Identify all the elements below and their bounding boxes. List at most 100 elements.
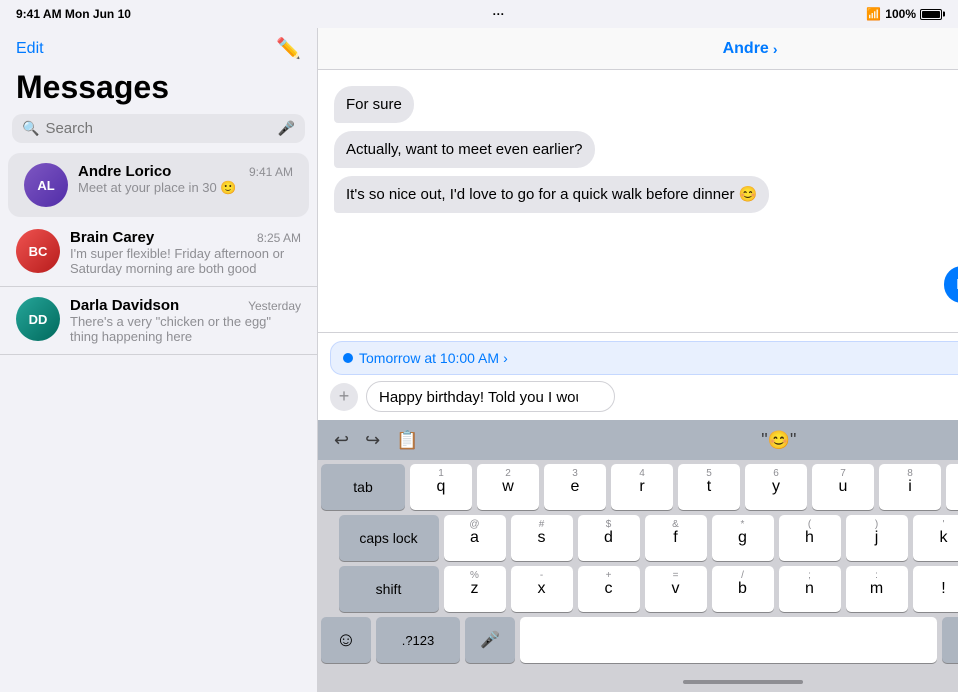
wifi-icon: 📶 xyxy=(866,7,881,21)
keyboard-toolbar: ↩ ↪ 📋 "😊" ≡A xyxy=(318,420,958,460)
edit-button[interactable]: Edit xyxy=(16,40,44,58)
key-y[interactable]: 6y xyxy=(745,464,807,510)
mic-icon[interactable]: 🎤 xyxy=(278,120,295,137)
conv-time-darla: Yesterday xyxy=(248,299,301,313)
mic-key[interactable]: 🎤 xyxy=(465,617,515,663)
messages-container: For sure Actually, want to meet even ear… xyxy=(318,70,958,332)
key-c[interactable]: +c xyxy=(578,566,640,612)
status-bar: 9:41 AM Mon Jun 10 ··· 📶 100% xyxy=(0,0,958,28)
redo-button[interactable]: ↪ xyxy=(361,428,384,453)
conv-time-brain: 8:25 AM xyxy=(257,231,301,245)
conv-time-andre: 9:41 AM xyxy=(249,165,293,179)
caps-lock-key[interactable]: caps lock xyxy=(339,515,439,561)
conv-preview-brain: I'm super flexible! Friday afternoon or … xyxy=(70,246,301,276)
emoji-suggestion[interactable]: "😊" xyxy=(761,430,796,451)
key-o[interactable]: 9o xyxy=(946,464,958,510)
conv-name-darla: Darla Davidson xyxy=(70,297,179,314)
key-b[interactable]: /b xyxy=(712,566,774,612)
home-bar xyxy=(683,680,803,684)
key-x[interactable]: -x xyxy=(511,566,573,612)
chevron-right-icon-scheduled: › xyxy=(503,350,508,366)
conversation-item-andre[interactable]: AL Andre Lorico 9:41 AM Meet at your pla… xyxy=(8,153,309,217)
key-s[interactable]: #s xyxy=(511,515,573,561)
toolbar-left: ↩ ↪ 📋 xyxy=(330,428,423,453)
message-wrapper-2: Actually, want to meet even earlier? xyxy=(334,131,958,168)
key-m[interactable]: :m xyxy=(846,566,908,612)
key-t[interactable]: 5t xyxy=(678,464,740,510)
key-k[interactable]: 'k xyxy=(913,515,958,561)
key-z[interactable]: %z xyxy=(444,566,506,612)
paste-button[interactable]: 📋 xyxy=(392,428,422,453)
key-r[interactable]: 4r xyxy=(611,464,673,510)
key-j[interactable]: )j xyxy=(846,515,908,561)
message-bubble-5: Meet at your place in 30 🙂 xyxy=(944,266,958,303)
number-switch-key[interactable]: .?123 xyxy=(376,617,460,663)
chat-header: Andre › 📹 xyxy=(318,28,958,70)
input-area: Tomorrow at 10:00 AM › ✕ + ↑ xyxy=(318,332,958,420)
conv-preview-andre: Meet at your place in 30 🙂 xyxy=(78,180,278,196)
key-h[interactable]: (h xyxy=(779,515,841,561)
key-u[interactable]: 7u xyxy=(812,464,874,510)
emoji-key[interactable]: ☺ xyxy=(321,617,371,663)
chat-header-center[interactable]: Andre › xyxy=(723,40,778,58)
sidebar: Edit ✏️ Messages 🔍 🎤 AL Andre Lorico 9:4… xyxy=(0,28,318,692)
conv-header-darla: Darla Davidson Yesterday xyxy=(70,297,301,314)
conversation-list: AL Andre Lorico 9:41 AM Meet at your pla… xyxy=(0,151,317,692)
key-row-1: tab 1q 2w 3e 4r 5t 6y 7u 8i 9o 0p delete xyxy=(321,464,958,510)
message-wrapper-1: For sure xyxy=(334,86,958,123)
battery-label: 100% xyxy=(885,7,916,21)
conversation-item-brain[interactable]: BC Brain Carey 8:25 AM I'm super flexibl… xyxy=(0,219,317,287)
sidebar-header: Edit ✏️ xyxy=(0,28,317,65)
add-attachment-button[interactable]: + xyxy=(330,383,358,411)
keyboard-body: tab 1q 2w 3e 4r 5t 6y 7u 8i 9o 0p delete… xyxy=(318,460,958,672)
key-f[interactable]: &f xyxy=(645,515,707,561)
scheduled-dot xyxy=(343,353,353,363)
key-v[interactable]: =v xyxy=(645,566,707,612)
compose-button[interactable]: ✏️ xyxy=(276,36,301,61)
conv-preview-darla: There's a very "chicken or the egg" thin… xyxy=(70,314,301,344)
key-row-bottom: ☺ .?123 🎤 .?123 𝒯 ⌨ xyxy=(321,617,958,663)
search-input[interactable] xyxy=(45,120,271,137)
message-input-row: + ↑ xyxy=(330,381,958,412)
key-q[interactable]: 1q xyxy=(410,464,472,510)
message-bubble-2: Actually, want to meet even earlier? xyxy=(334,131,595,168)
key-g[interactable]: *g xyxy=(712,515,774,561)
conv-header-brain: Brain Carey 8:25 AM xyxy=(70,229,301,246)
chevron-right-icon: › xyxy=(773,41,778,57)
tab-key[interactable]: tab xyxy=(321,464,405,510)
message-bubble-3: It's so nice out, I'd love to go for a q… xyxy=(334,176,769,213)
key-row-2: caps lock @a #s $d &f *g (h )j 'k "l ret… xyxy=(321,515,958,561)
left-shift-key[interactable]: shift xyxy=(339,566,439,612)
conv-content-brain: Brain Carey 8:25 AM I'm super flexible! … xyxy=(70,229,301,276)
conversation-item-darla[interactable]: DD Darla Davidson Yesterday There's a ve… xyxy=(0,287,317,355)
key-row-3: shift %z -x +c =v /b ;n :m ! ? shift xyxy=(321,566,958,612)
avatar-andre: AL xyxy=(24,163,68,207)
key-w[interactable]: 2w xyxy=(477,464,539,510)
home-indicator xyxy=(318,672,958,692)
app-container: Edit ✏️ Messages 🔍 🎤 AL Andre Lorico 9:4… xyxy=(0,28,958,692)
chat-area: Andre › 📹 For sure Actually, want to mee… xyxy=(318,28,958,692)
key-exclaim[interactable]: ! xyxy=(913,566,958,612)
avatar-darla: DD xyxy=(16,297,60,341)
conv-name-andre: Andre Lorico xyxy=(78,163,171,180)
scheduled-text: Tomorrow at 10:00 AM › xyxy=(359,350,958,366)
search-bar[interactable]: 🔍 🎤 xyxy=(12,114,305,143)
key-d[interactable]: $d xyxy=(578,515,640,561)
key-i[interactable]: 8i xyxy=(879,464,941,510)
message-wrapper-5: Meet at your place in 30 🙂 Delivered xyxy=(334,266,958,317)
sidebar-title: Messages xyxy=(0,65,317,114)
undo-button[interactable]: ↩ xyxy=(330,428,353,453)
input-wrapper: ↑ xyxy=(366,381,958,412)
key-a[interactable]: @a xyxy=(444,515,506,561)
status-right: 📶 100% xyxy=(866,7,942,21)
drag-handle: ··· xyxy=(493,7,505,21)
keyboard-area: ↩ ↪ 📋 "😊" ≡A tab 1q 2w 3e 4r 5t 6y xyxy=(318,420,958,692)
message-wrapper-3: It's so nice out, I'd love to go for a q… xyxy=(334,176,958,213)
number-switch-key-2[interactable]: .?123 xyxy=(942,617,958,663)
conv-name-brain: Brain Carey xyxy=(70,229,154,246)
message-input[interactable] xyxy=(366,381,615,412)
space-key[interactable] xyxy=(520,617,937,663)
key-n[interactable]: ;n xyxy=(779,566,841,612)
search-icon: 🔍 xyxy=(22,120,39,137)
key-e[interactable]: 3e xyxy=(544,464,606,510)
